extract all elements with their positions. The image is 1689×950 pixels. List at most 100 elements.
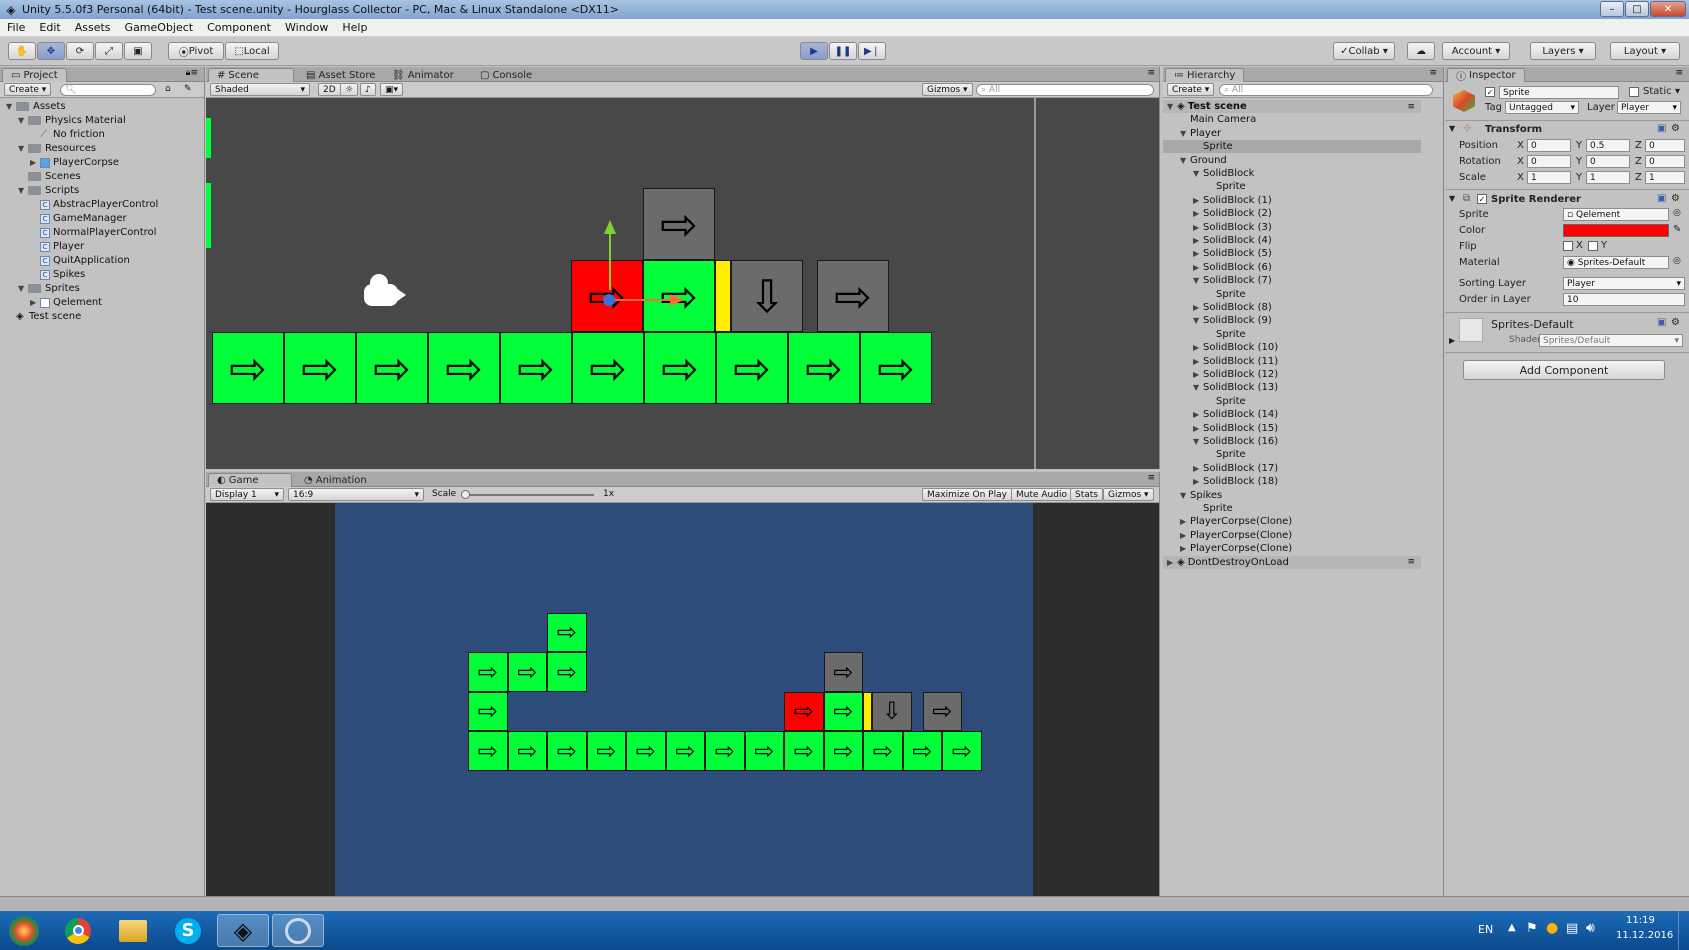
start-button[interactable] xyxy=(2,914,46,947)
project-item[interactable]: ▼ Resources xyxy=(0,142,96,155)
local-button[interactable]: ⬚ Local xyxy=(225,42,279,60)
foldout-arrow-icon[interactable]: ▶ xyxy=(1193,370,1203,379)
foldout-arrow-icon[interactable]: ▶ xyxy=(1180,531,1190,540)
transform-foldout-icon[interactable]: ▼ xyxy=(1449,124,1455,133)
project-search-input[interactable]: 🔍︎ xyxy=(60,84,156,96)
solid-block[interactable]: ⇨ xyxy=(942,731,982,771)
project-item[interactable]: ▼ Assets xyxy=(0,100,66,113)
account-dropdown[interactable]: Account ▾ xyxy=(1442,42,1510,60)
solid-block[interactable]: ⇨ xyxy=(665,731,705,771)
panel-menu-icon[interactable]: ≡ xyxy=(1147,68,1155,78)
project-item[interactable]: C NormalPlayerControl xyxy=(0,226,156,239)
clock-date[interactable]: 11.12.2016 xyxy=(1616,930,1673,941)
solid-block[interactable]: ⇨ xyxy=(863,731,903,771)
taskbar-explorer[interactable] xyxy=(107,914,159,947)
foldout-arrow-icon[interactable]: ▼ xyxy=(1193,316,1203,325)
hierarchy-item[interactable]: ▼ Spikes xyxy=(1163,489,1421,502)
solid-block[interactable]: ⇨ xyxy=(547,731,587,771)
camera-gizmo-icon[interactable] xyxy=(364,274,410,306)
hourglass-pickup[interactable] xyxy=(863,691,872,731)
shading-dropdown[interactable]: Shaded ▾ xyxy=(210,83,310,96)
spikes-block[interactable]: ⇩ xyxy=(872,691,912,731)
position-y-field[interactable]: 0.5 xyxy=(1586,139,1630,152)
help-icon[interactable]: ▣ xyxy=(1657,317,1666,328)
solid-block[interactable]: ⇨ xyxy=(212,332,284,404)
lighting-toggle-icon[interactable]: ☼ xyxy=(340,83,359,96)
solid-block[interactable]: ⇨ xyxy=(860,332,932,404)
hierarchy-item[interactable]: ▶ SolidBlock (1) xyxy=(1163,194,1421,207)
foldout-arrow-icon[interactable]: ▶ xyxy=(1193,477,1203,486)
foldout-arrow-icon[interactable]: ▼ xyxy=(1167,102,1177,111)
add-component-button[interactable]: Add Component xyxy=(1463,360,1665,380)
filter-by-label-icon[interactable]: ✎ xyxy=(184,84,192,94)
solid-block[interactable]: ⇨ xyxy=(428,332,500,404)
hierarchy-item[interactable]: Sprite xyxy=(1163,448,1421,461)
tray-app-icon[interactable]: ● xyxy=(1546,920,1558,936)
object-picker-icon[interactable]: ◎ xyxy=(1673,208,1681,218)
tab-inspector[interactable]: ⓘ Inspector xyxy=(1447,68,1525,83)
hierarchy-item[interactable]: ▶ SolidBlock (2) xyxy=(1163,207,1421,220)
foldout-arrow-icon[interactable]: ▶ xyxy=(1193,464,1203,473)
foldout-arrow-icon[interactable]: ▼ xyxy=(6,102,16,111)
tab-asset-store[interactable]: ▤ Asset Store xyxy=(298,68,383,82)
scale-slider[interactable] xyxy=(464,494,594,496)
foldout-arrow-icon[interactable]: ▼ xyxy=(18,186,28,195)
network-icon[interactable]: ▤ xyxy=(1566,921,1578,936)
solid-block[interactable]: ⇨ xyxy=(547,652,587,692)
clock-time[interactable]: 11:19 xyxy=(1626,915,1655,926)
project-create-button[interactable]: Create ▾ xyxy=(4,83,52,96)
project-item[interactable]: C QuitApplication xyxy=(0,254,130,267)
mute-audio-toggle[interactable]: Mute Audio xyxy=(1011,488,1072,501)
component-settings-icon[interactable]: ⚙ xyxy=(1671,123,1680,134)
aspect-dropdown[interactable]: 16:9 ▾ xyxy=(288,488,424,501)
solid-block[interactable]: ⇨ xyxy=(626,731,666,771)
foldout-arrow-icon[interactable]: ▶ xyxy=(1193,343,1203,352)
hierarchy-item[interactable]: Main Camera xyxy=(1163,113,1421,126)
solid-block[interactable]: ⇨ xyxy=(507,652,547,692)
tab-hierarchy[interactable]: ≔ Hierarchy xyxy=(1165,68,1245,82)
hierarchy-item[interactable]: ▶ SolidBlock (5) xyxy=(1163,247,1421,260)
game-canvas[interactable]: ⇨ ⇨ ⇨ ⇨ ⇨ ⇨ ⇨ ⇨ ⇨ ⇨ ⇨ ⇨ ⇨ ⇨ ⇨ ⇨ ⇨ ⇨ ⇨ ⇨ ⇩ ⇨ ⇨ xyxy=(335,503,1033,896)
rect-tool-icon[interactable]: ▣ xyxy=(124,42,152,60)
hierarchy-item[interactable]: ▶ SolidBlock (15) xyxy=(1163,422,1421,435)
cloud-icon[interactable]: ☁ xyxy=(1407,42,1435,60)
foldout-arrow-icon[interactable]: ▶ xyxy=(1193,410,1203,419)
lock-icon[interactable]: 🔒︎≡ xyxy=(186,68,198,78)
material-foldout-icon[interactable]: ▶ xyxy=(1449,336,1455,345)
game-gizmos-dropdown[interactable]: Gizmos ▾ xyxy=(1103,488,1154,501)
show-desktop-button[interactable] xyxy=(1678,911,1689,950)
project-item[interactable]: C AbstracPlayerControl xyxy=(0,198,158,211)
sprite-renderer-enabled-checkbox[interactable]: ✓ xyxy=(1477,194,1487,204)
solid-block[interactable]: ⇨ xyxy=(644,332,716,404)
player-corpse[interactable]: ⇨ xyxy=(823,652,863,692)
object-picker-icon[interactable]: ◎ xyxy=(1673,256,1681,266)
solid-block[interactable]: ⇨ xyxy=(586,731,626,771)
hierarchy-item[interactable]: Sprite xyxy=(1163,502,1421,515)
hierarchy-item[interactable]: ▶ SolidBlock (14) xyxy=(1163,408,1421,421)
solid-block[interactable]: ⇨ xyxy=(468,691,508,731)
gizmo-x-arrow-icon[interactable] xyxy=(670,294,684,306)
flip-x-checkbox[interactable] xyxy=(1563,241,1573,251)
taskbar-skype[interactable]: S xyxy=(162,914,214,947)
solid-block[interactable]: ⇨ xyxy=(784,731,824,771)
hierarchy-item[interactable]: ▶ SolidBlock (11) xyxy=(1163,355,1421,368)
menu-component[interactable]: Component xyxy=(200,21,278,34)
order-in-layer-field[interactable]: 10 xyxy=(1563,293,1685,306)
solid-block[interactable]: ⇨ xyxy=(823,691,863,731)
solid-block[interactable]: ⇨ xyxy=(468,731,508,771)
foldout-arrow-icon[interactable]: ▶ xyxy=(1180,517,1190,526)
foldout-arrow-icon[interactable]: ▶ xyxy=(30,158,40,167)
close-icon[interactable]: ✕ xyxy=(1650,1,1686,17)
taskbar-app[interactable] xyxy=(272,914,324,947)
hierarchy-item[interactable]: ▶ SolidBlock (3) xyxy=(1163,221,1421,234)
minimize-icon[interactable]: – xyxy=(1600,1,1624,17)
foldout-arrow-icon[interactable]: ▶ xyxy=(1193,223,1203,232)
material-object-field[interactable]: ◉ Sprites-Default xyxy=(1563,256,1669,269)
foldout-arrow-icon[interactable]: ▶ xyxy=(1193,424,1203,433)
spikes-block[interactable]: ⇩ xyxy=(731,260,803,332)
foldout-arrow-icon[interactable]: ▼ xyxy=(1193,276,1203,285)
foldout-arrow-icon[interactable]: ▼ xyxy=(1180,129,1190,138)
player-corpse[interactable]: ⇨ xyxy=(817,260,889,332)
gizmo-x-axis[interactable] xyxy=(610,299,672,301)
hierarchy-item[interactable]: ▶ PlayerCorpse(Clone) xyxy=(1163,515,1421,528)
